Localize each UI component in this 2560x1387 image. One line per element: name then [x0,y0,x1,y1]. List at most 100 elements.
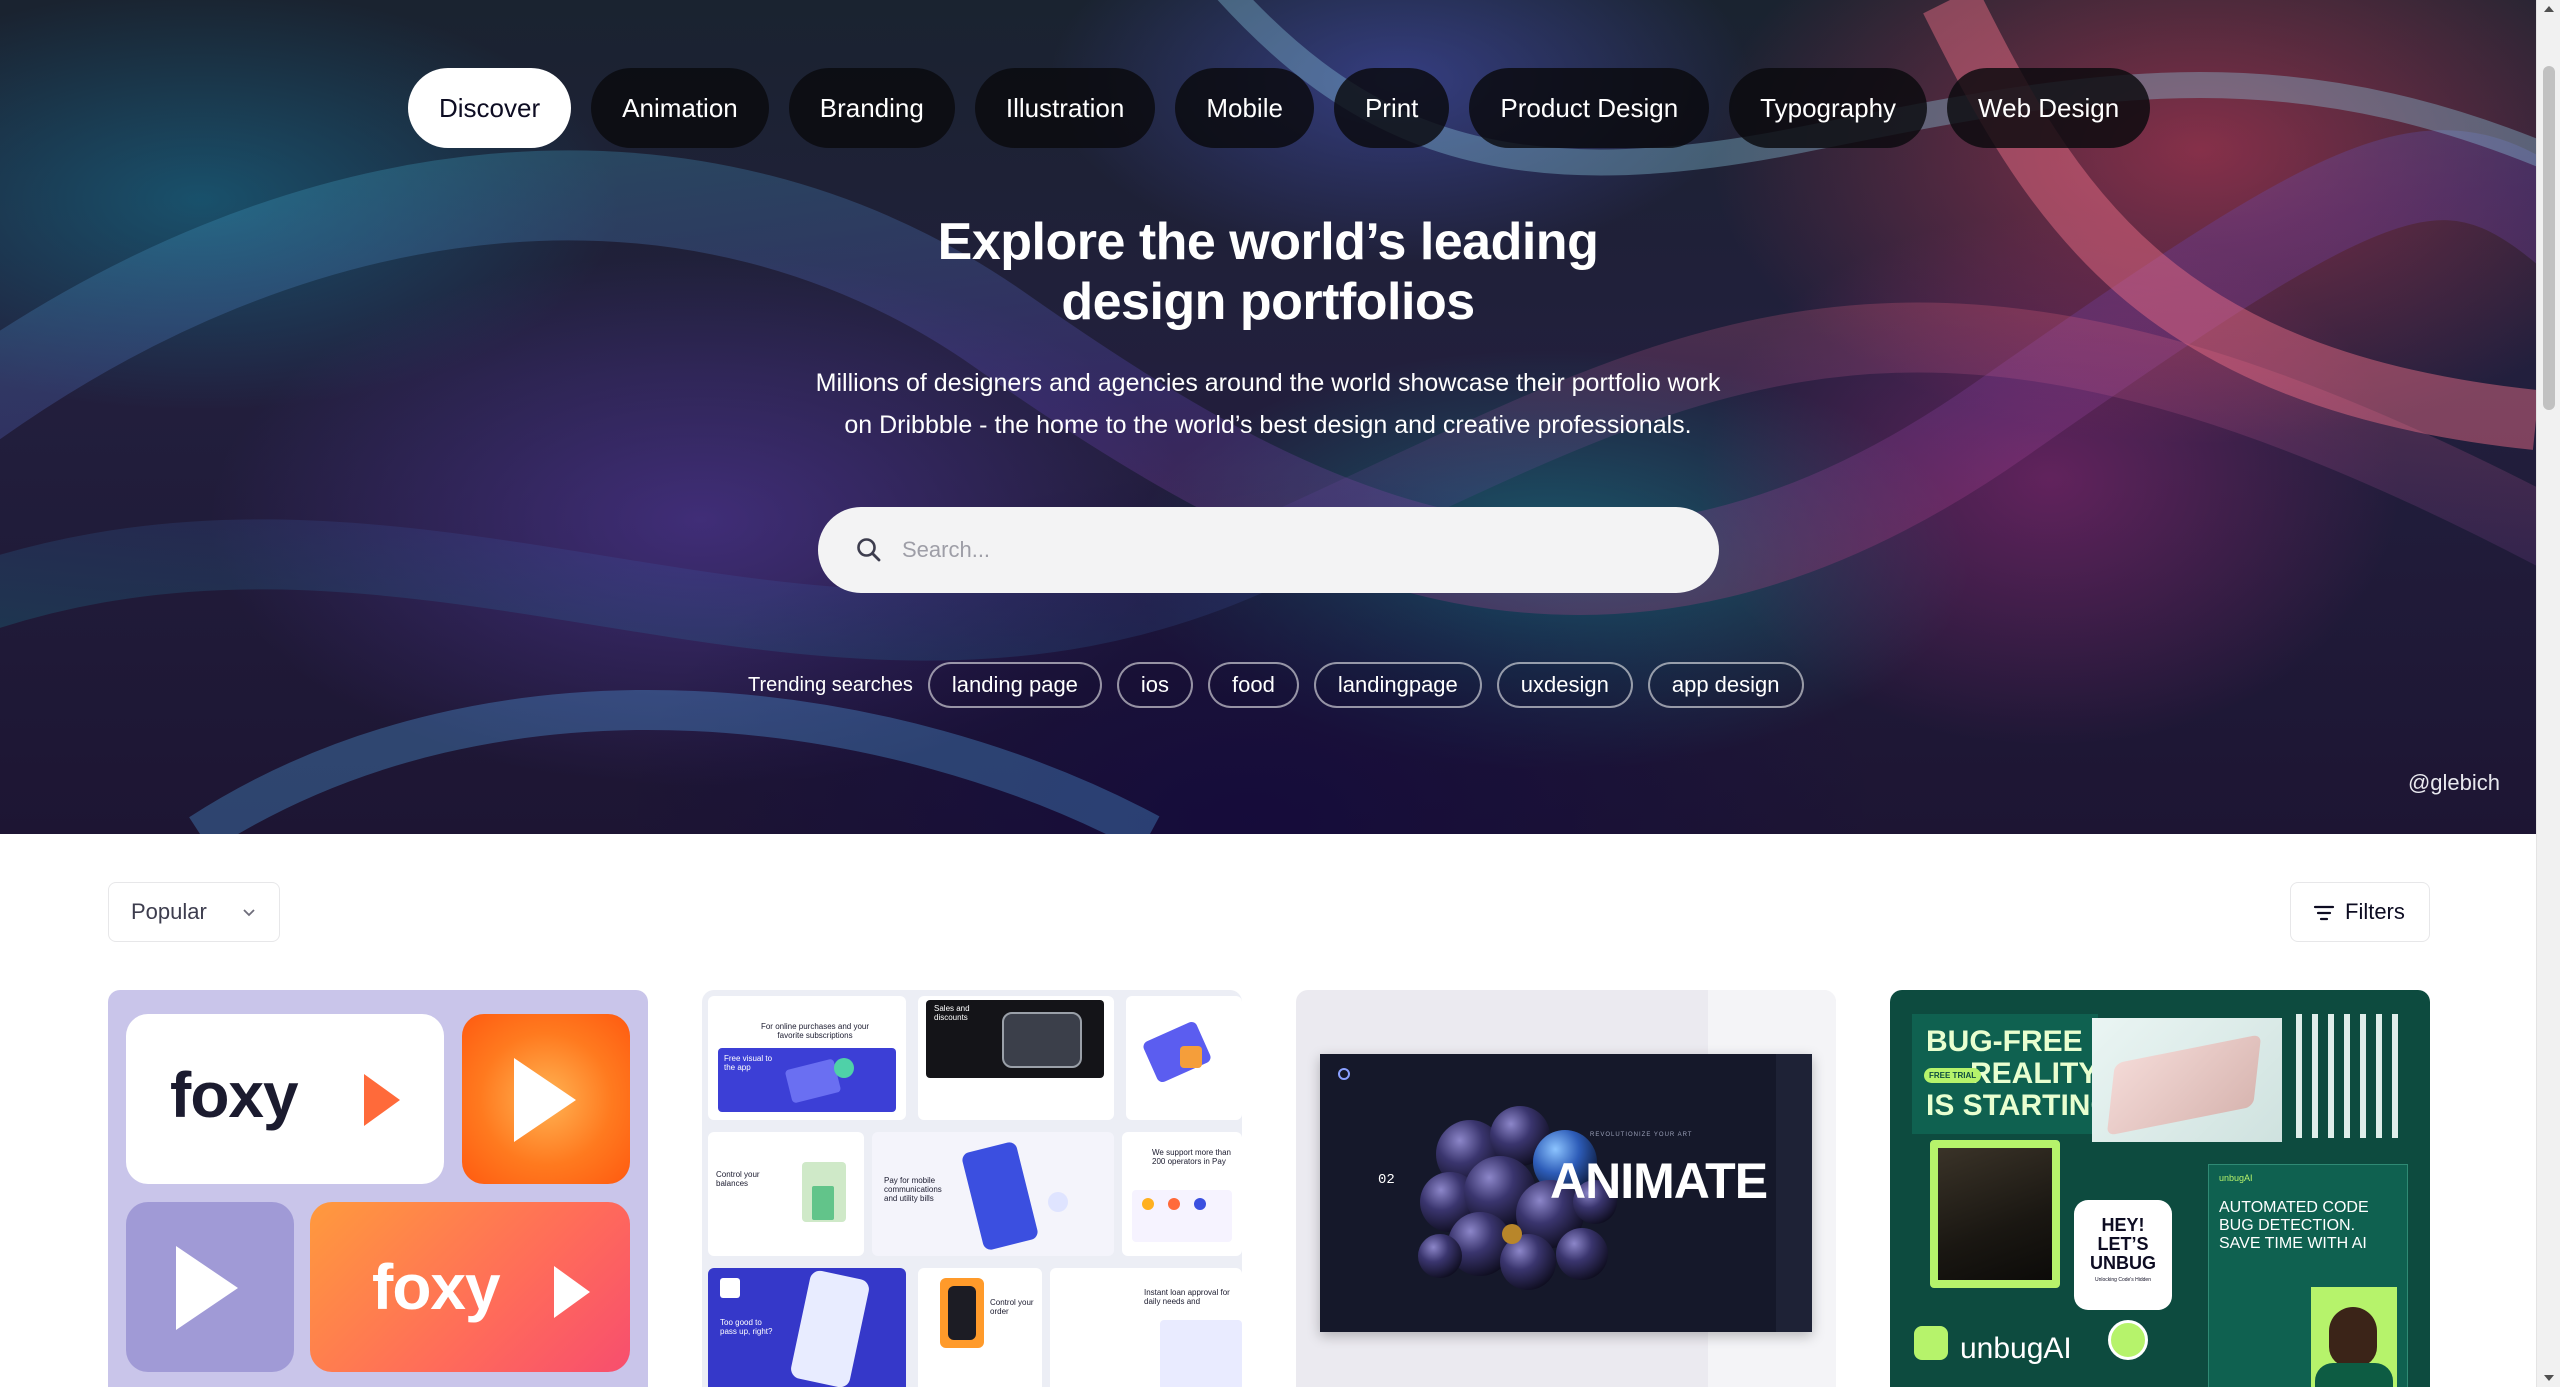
bubble-line-1: HEY! [2101,1215,2145,1235]
info-panel-line-1: AUTOMATED CODE [2219,1199,2369,1216]
artwork-credit-link[interactable]: @glebich [2408,770,2500,796]
info-panel-text: AUTOMATED CODE BUG DETECTION. SAVE TIME … [2219,1199,2369,1253]
shot-tile-caption: Pay for mobile communications and utilit… [884,1176,942,1203]
shot-card-unbugai[interactable]: BUG-FREE REALITY IS STARTING FREE TRIAL … [1890,990,2430,1387]
filters-label: Filters [2345,899,2405,924]
trending-chip-ios[interactable]: ios [1116,662,1194,708]
info-panel-line-3: SAVE TIME WITH AI [2219,1235,2367,1252]
tab-mobile[interactable]: Mobile [1175,68,1314,148]
shot-card-foxy[interactable]: foxy foxy [108,990,648,1387]
shot-tile-artwork [1142,1198,1154,1210]
tab-print[interactable]: Print [1333,68,1450,148]
tab-branding[interactable]: Branding [788,68,955,148]
shot-animate-mockup: 02 REVOLUTIONIZE YOUR ART ANIMATE [1320,1054,1812,1332]
play-flag-icon [554,1266,590,1318]
scrollbar-thumb[interactable] [2543,66,2555,410]
trending-chip-uxdesign[interactable]: uxdesign [1496,662,1633,708]
shot-tile: Control your balances [708,1132,864,1256]
shot-foxy-wordmark-light: foxy [372,1251,501,1323]
info-panel-brand: unbugAI [2219,1173,2253,1183]
mockup-slide-number: 02 [1378,1172,1395,1188]
bubble-line-2: LET’S [2097,1234,2149,1254]
shot-foxy-logo-light: foxy [126,1014,444,1184]
scroll-down-arrow-icon[interactable] [2544,1375,2554,1381]
shot-free-trial-badge: FREE TRIAL [1924,1068,1982,1083]
shot-tile: Pay for mobile communications and utilit… [872,1132,1114,1256]
bubble-caption: Unlocking Code's Hidden [2095,1277,2151,1283]
shot-tile: Too good to pass up, right? [708,1268,906,1387]
shot-tile-caption: Instant loan approval for daily needs an… [1144,1288,1230,1306]
hero-subtitle-line-1: Millions of designers and agencies aroun… [815,369,1721,397]
tab-web-design[interactable]: Web Design [1947,68,2151,148]
shot-tile-caption: For online purchases and your favorite s… [760,1022,870,1040]
shot-tile: Control your order [918,1268,1042,1387]
tab-discover[interactable]: Discover [408,68,572,148]
play-flag-icon [364,1074,400,1126]
hero-title-line-2: design portfolios [1061,273,1475,331]
shot-card-animate[interactable]: 02 REVOLUTIONIZE YOUR ART ANIMATE [1296,990,1836,1387]
hero-title: Explore the world’s leading design portf… [0,212,2536,332]
shot-tile-artwork [834,1058,854,1078]
category-tabs: Discover Animation Branding Illustration… [408,68,2151,148]
shot-tile-artwork [1002,1012,1082,1068]
shot-card-fintech-mosaic[interactable]: For online purchases and your favorite s… [702,990,1242,1387]
play-flag-icon [514,1058,576,1142]
person-illustration [2329,1307,2377,1367]
shot-tile-caption: Free visual to the app [724,1054,773,1072]
trending-chip-landingpage[interactable]: landingpage [1313,662,1482,708]
trending-chip-food[interactable]: food [1208,662,1299,708]
hero-subtitle-line-2: on Dribbble - the home to the world’s be… [844,411,1692,439]
search-bar [818,507,1719,593]
search-input[interactable] [902,507,1682,593]
shot-hands-photo [1930,1140,2060,1288]
tab-product-design[interactable]: Product Design [1469,68,1710,148]
trending-chip-app-design[interactable]: app design [1647,662,1804,708]
shot-tile-artwork [1194,1198,1206,1210]
page-scrollbar[interactable] [2536,0,2560,1387]
tab-typography[interactable]: Typography [1729,68,1928,148]
page: Discover Animation Branding Illustration… [0,0,2536,1387]
info-panel-line-2: BUG DETECTION. [2219,1217,2356,1234]
shot-foxy-icon-purple [126,1202,294,1372]
tab-illustration[interactable]: Illustration [974,68,1156,148]
shot-tile: Sales and discounts [918,996,1114,1120]
shot-tile-artwork [1180,1046,1202,1068]
shot-tile-caption: We support more than 200 operators in Pa… [1152,1148,1232,1166]
shot-speech-bubble: HEY! LET’S UNBUG Unlocking Code's Hidden [2074,1200,2172,1310]
trending-label: Trending searches [748,673,913,696]
bubble-line-3: UNBUG [2090,1253,2156,1273]
shot-laptop-photo [2092,1018,2282,1142]
search-icon [857,538,881,562]
shot-tile-artwork [948,1286,976,1340]
person-shirt [2315,1363,2393,1387]
shot-tile-artwork [1160,1320,1242,1387]
play-flag-icon [176,1246,238,1330]
avatar [2108,1320,2148,1360]
shot-tile [1126,996,1242,1120]
shot-foxy-wordmark-dark: foxy [170,1059,299,1131]
shot-animate-heading: ANIMATE [1550,1153,1768,1209]
tab-animation[interactable]: Animation [591,68,769,148]
shot-tile-artwork [789,1268,871,1387]
hero-title-line-1: Explore the world’s leading [937,213,1599,271]
filters-button[interactable]: Filters [2290,882,2430,942]
shot-tile-caption: Control your order [990,1298,1034,1316]
qr-code-icon [720,1278,740,1298]
trending-chip-landing-page[interactable]: landing page [927,662,1102,708]
shot-tile-artwork [960,1140,1040,1252]
hero-banner: Discover Animation Branding Illustration… [0,0,2536,834]
shot-tile-artwork [812,1186,834,1220]
trending-searches: Trending searches landing page ios food … [748,662,1804,708]
shot-info-panel: unbugAI AUTOMATED CODE BUG DETECTION. SA… [2208,1164,2408,1387]
shot-foxy-logo-gradient: foxy [310,1202,630,1372]
shot-tile: For online purchases and your favorite s… [708,996,906,1120]
unbug-logo-icon [1914,1326,1948,1360]
sort-dropdown[interactable]: Popular [108,882,280,942]
shot-headline-line-3: IS STARTING [1926,1089,2114,1122]
filter-icon [2313,905,2335,921]
shot-tile-caption: Too good to pass up, right? [720,1318,773,1336]
shot-brand-name: unbugAI [1960,1332,2072,1365]
scroll-up-arrow-icon[interactable] [2544,6,2554,12]
sort-selected-label: Popular [131,899,207,924]
shot-tile-artwork [1048,1192,1068,1212]
